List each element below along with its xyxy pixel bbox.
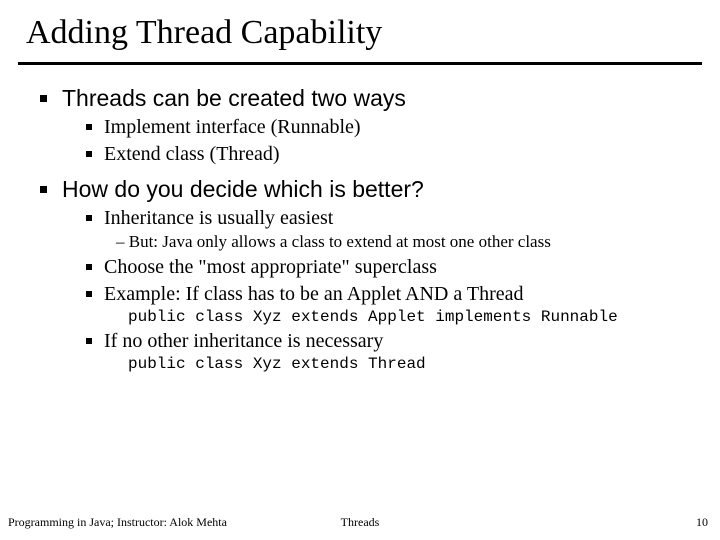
section-1-item-2: Extend class (Thread) [82, 143, 690, 166]
section-2-item-1: Inheritance is usually easiest – But: Ja… [82, 207, 690, 252]
section-2-heading: How do you decide which is better? [62, 176, 424, 202]
section-2-item-1-text: Inheritance is usually easiest [104, 207, 333, 229]
slide: Adding Thread Capability Threads can be … [0, 0, 720, 540]
slide-body: Threads can be created two ways Implemen… [0, 71, 720, 373]
footer-left: Programming in Java; Instructor: Alok Me… [8, 515, 227, 530]
section-1-heading: Threads can be created two ways [62, 85, 406, 111]
section-2-item-2: Choose the "most appropriate" superclass [82, 256, 690, 279]
footer-page-number: 10 [696, 515, 708, 530]
section-2: How do you decide which is better? Inher… [36, 176, 690, 373]
section-1: Threads can be created two ways Implemen… [36, 85, 690, 166]
section-2-item-4-text: If no other inheritance is necessary [104, 330, 383, 352]
section-2-item-4: If no other inheritance is necessary pub… [82, 330, 690, 373]
slide-title: Adding Thread Capability [0, 0, 720, 58]
section-2-item-1-sub: – But: Java only allows a class to exten… [104, 232, 690, 252]
section-2-item-3-code: public class Xyz extends Applet implemen… [104, 308, 690, 326]
section-2-item-3-text: Example: If class has to be an Applet AN… [104, 283, 524, 305]
title-divider [18, 62, 702, 65]
section-2-item-3: Example: If class has to be an Applet AN… [82, 283, 690, 326]
section-2-item-4-code: public class Xyz extends Thread [104, 355, 690, 373]
section-1-item-1: Implement interface (Runnable) [82, 116, 690, 139]
footer-center: Threads [341, 515, 380, 530]
